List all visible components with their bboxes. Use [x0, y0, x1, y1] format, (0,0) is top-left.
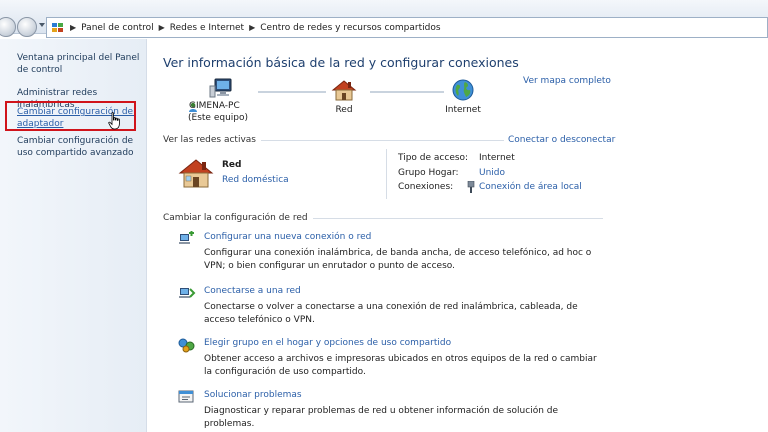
- local-area-connection-link[interactable]: Conexión de área local: [479, 182, 582, 192]
- connection-line: [370, 91, 444, 93]
- vertical-divider: [386, 149, 387, 199]
- control-panel-icon: [51, 22, 65, 34]
- task-homegroup-link[interactable]: Elegir grupo en el hogar y opciones de u…: [204, 338, 451, 348]
- access-type-value: Internet: [479, 153, 515, 163]
- internet-node: [443, 78, 483, 102]
- active-networks-label: Ver las redes activas: [163, 135, 261, 145]
- network-node-label: Red: [335, 105, 353, 115]
- connection-line: [258, 91, 326, 93]
- active-network-name: Red: [222, 160, 242, 170]
- breadcrumb-separator-icon[interactable]: ▶: [70, 23, 76, 32]
- task-setup-connection-desc: Configurar una conexión inalámbrica, de …: [204, 248, 592, 271]
- house-icon: [331, 80, 357, 101]
- breadcrumb-separator-icon[interactable]: ▶: [249, 23, 255, 32]
- sidebar-item-advanced-sharing[interactable]: Cambiar configuración de uso compartido …: [17, 135, 145, 159]
- network-type-link[interactable]: Red doméstica: [222, 175, 289, 185]
- troubleshoot-icon: [178, 390, 194, 403]
- task-homegroup-desc: Obtener acceso a archivos e impresoras u…: [204, 354, 597, 377]
- computer-sub-label: (Este equipo): [188, 113, 248, 123]
- breadcrumb-network-internet[interactable]: Redes e Internet: [170, 23, 244, 33]
- task-connect-network-desc: Conectarse o volver a conectarse a una c…: [204, 302, 578, 325]
- new-connection-icon: [179, 231, 194, 244]
- sidebar-item-control-panel-home[interactable]: Ventana principal del Panel de control: [17, 52, 145, 76]
- hand-cursor-icon: [108, 112, 120, 130]
- computer-node: [186, 77, 256, 101]
- access-type-label: Tipo de acceso:: [398, 153, 469, 163]
- internet-node-label: Internet: [445, 105, 481, 115]
- view-full-map-link[interactable]: Ver mapa completo: [523, 76, 611, 86]
- connections-label: Conexiones:: [398, 182, 454, 192]
- address-bar: ▶ Panel de control ▶ Redes e Internet ▶ …: [0, 0, 768, 38]
- task-troubleshoot-link[interactable]: Solucionar problemas: [204, 390, 302, 400]
- page-title: Ver información básica de la red y confi…: [163, 55, 519, 70]
- forward-button[interactable]: [17, 17, 37, 37]
- breadcrumb[interactable]: ▶ Panel de control ▶ Redes e Internet ▶ …: [46, 17, 768, 38]
- network-user-icon: [189, 102, 197, 112]
- computer-name: GIMENA-PC: [189, 101, 240, 111]
- back-button[interactable]: [0, 17, 16, 37]
- homegroup-label: Grupo Hogar:: [398, 168, 459, 178]
- breadcrumb-control-panel[interactable]: Panel de control: [81, 23, 153, 33]
- computer-icon: [209, 78, 232, 98]
- globe-icon: [452, 79, 474, 101]
- network-node: [326, 79, 362, 101]
- change-settings-label: Cambiar la configuración de red: [163, 213, 313, 223]
- homegroup-value-link[interactable]: Unido: [479, 168, 505, 178]
- breadcrumb-separator-icon[interactable]: ▶: [159, 23, 165, 32]
- recent-pages-dropdown-icon[interactable]: [39, 23, 45, 27]
- connect-disconnect-link[interactable]: Conectar o desconectar: [504, 135, 616, 145]
- breadcrumb-network-center[interactable]: Centro de redes y recursos compartidos: [260, 23, 440, 33]
- ethernet-icon: [467, 181, 475, 193]
- sidebar: Ventana principal del Panel de control A…: [0, 39, 147, 432]
- task-troubleshoot-desc: Diagnosticar y reparar problemas de red …: [204, 406, 559, 429]
- task-setup-connection-link[interactable]: Configurar una nueva conexión o red: [204, 232, 371, 242]
- home-network-icon: [178, 159, 214, 188]
- homegroup-icon: [178, 338, 195, 353]
- main-content: Ver información básica de la red y confi…: [148, 39, 768, 432]
- task-connect-network-link[interactable]: Conectarse a una red: [204, 286, 301, 296]
- connect-network-icon: [179, 288, 196, 298]
